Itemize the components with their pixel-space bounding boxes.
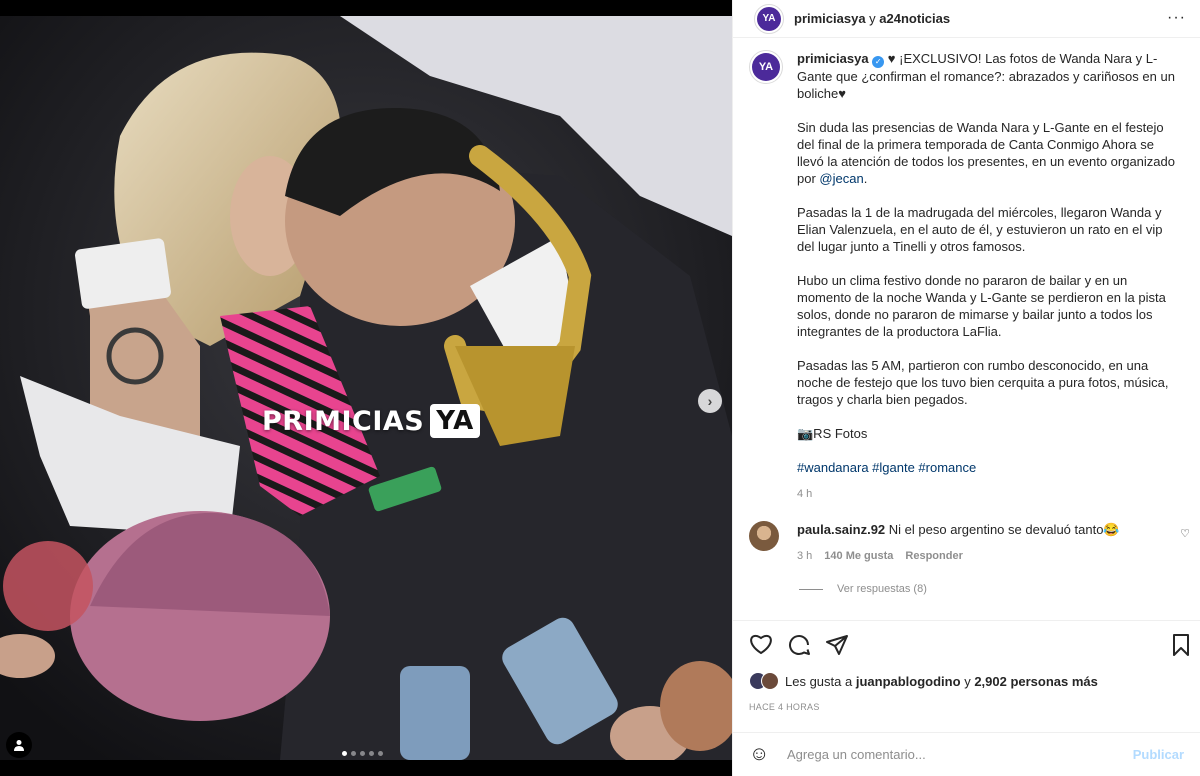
- chevron-right-icon: ›: [707, 393, 713, 409]
- comment-body: paula.sainz.92 Ni el peso argentino se d…: [797, 521, 1120, 565]
- comment-reply-button[interactable]: Responder: [905, 548, 962, 565]
- save-bookmark-icon[interactable]: [1171, 633, 1191, 657]
- carousel-dot: [342, 751, 347, 756]
- collab-connector: y: [869, 11, 876, 26]
- caption-avatar[interactable]: YA: [749, 50, 783, 84]
- likes-summary: Les gusta a juanpablogodino y 2,902 pers…: [749, 672, 1098, 690]
- caption-paragraph-5: 📷RS Fotos: [797, 426, 868, 441]
- carousel-dot: [369, 751, 374, 756]
- add-comment-bar: ☺ Publicar: [733, 732, 1200, 776]
- carousel-dot: [378, 751, 383, 756]
- caption-logo: YA: [752, 53, 780, 81]
- comment-time: 3 h: [797, 550, 813, 562]
- post-header: YA primiciasya y a24noticias ···: [733, 0, 1200, 38]
- post-actions: [733, 620, 1200, 668]
- caption-time: 4 h: [797, 488, 813, 500]
- watermark: PRIMICIAS YA: [262, 404, 480, 438]
- watermark-badge: YA: [430, 404, 480, 438]
- comments-scroll[interactable]: YA primiciasya ✓ ♥ ¡EXCLUSIVO! Las fotos…: [733, 50, 1200, 620]
- tagged-users-button[interactable]: [6, 732, 32, 758]
- likes-connector: y: [964, 673, 971, 689]
- post-timestamp[interactable]: HACE 4 HORAS: [749, 702, 820, 712]
- comment-item: paula.sainz.92 Ni el peso argentino se d…: [733, 521, 1200, 565]
- collaborator-username[interactable]: a24noticias: [879, 11, 950, 26]
- caption-paragraph-3: Hubo un clima festivo donde no pararon d…: [797, 273, 1166, 339]
- like-heart-icon[interactable]: [749, 633, 773, 655]
- comment-bubble-icon[interactable]: [787, 633, 811, 657]
- likes-prefix: Les gusta a: [785, 673, 853, 689]
- likes-count[interactable]: 2,902 personas más: [974, 674, 1098, 689]
- comment-text: Ni el peso argentino se devaluó tanto😂: [888, 522, 1120, 537]
- carousel-indicator: [342, 751, 383, 756]
- watermark-text: PRIMICIAS: [262, 405, 425, 437]
- author-username[interactable]: primiciasya: [794, 11, 866, 26]
- publish-button[interactable]: Publicar: [1133, 747, 1184, 762]
- view-replies-button[interactable]: Ver respuestas (8): [799, 583, 1200, 595]
- caption-p1-end: .: [863, 171, 868, 186]
- comment-likes[interactable]: 140 Me gusta: [824, 548, 893, 565]
- caption-paragraph-1: Sin duda las presencias de Wanda Nara y …: [797, 119, 1177, 187]
- caption-body: primiciasya ✓ ♥ ¡EXCLUSIVO! Las fotos de…: [797, 50, 1177, 503]
- likes-text: Les gusta a juanpablogodino y 2,902 pers…: [785, 674, 1098, 689]
- caption-paragraph-2: Pasadas la 1 de la madrugada del miércol…: [797, 205, 1163, 254]
- emoji-icon[interactable]: ☺: [749, 743, 773, 766]
- next-media-button[interactable]: ›: [698, 389, 722, 413]
- author-avatar[interactable]: YA: [754, 3, 784, 34]
- share-paper-plane-icon[interactable]: [825, 633, 849, 657]
- more-options-icon[interactable]: ···: [1167, 9, 1186, 27]
- view-replies-label: Ver respuestas (8): [837, 583, 927, 595]
- post-details-panel: YA primiciasya y a24noticias ··· YA prim…: [732, 0, 1200, 776]
- instagram-post-view: PRIMICIAS YA › YA primiciasya y a24notic…: [0, 0, 1200, 776]
- verified-badge-icon: ✓: [872, 56, 885, 68]
- hashtag-links[interactable]: #wandanara #lgante #romance: [797, 459, 1177, 476]
- comment-username[interactable]: paula.sainz.92: [797, 522, 885, 537]
- comment-like-heart-icon[interactable]: ♡: [1180, 527, 1190, 540]
- post-photo: [0, 16, 732, 760]
- comment-input[interactable]: [787, 747, 1107, 762]
- post-caption: YA primiciasya ✓ ♥ ¡EXCLUSIVO! Las fotos…: [733, 50, 1200, 503]
- replies-divider: [799, 588, 823, 590]
- carousel-dot: [351, 751, 356, 756]
- liker-username[interactable]: juanpablogodino: [856, 674, 961, 689]
- comment-meta: 3 h 140 Me gusta Responder: [797, 548, 1120, 565]
- carousel-dot: [360, 751, 365, 756]
- post-media[interactable]: PRIMICIAS YA ›: [0, 16, 732, 760]
- caption-username[interactable]: primiciasya: [797, 51, 869, 66]
- author-names: primiciasya y a24noticias: [794, 11, 950, 26]
- user-tag-icon: [14, 740, 24, 751]
- liker-avatar[interactable]: [761, 672, 779, 690]
- author-logo: YA: [757, 6, 781, 31]
- commenter-avatar[interactable]: [749, 521, 779, 551]
- mention-link[interactable]: @jecan: [819, 171, 863, 186]
- caption-paragraph-4: Pasadas las 5 AM, partieron con rumbo de…: [797, 358, 1169, 407]
